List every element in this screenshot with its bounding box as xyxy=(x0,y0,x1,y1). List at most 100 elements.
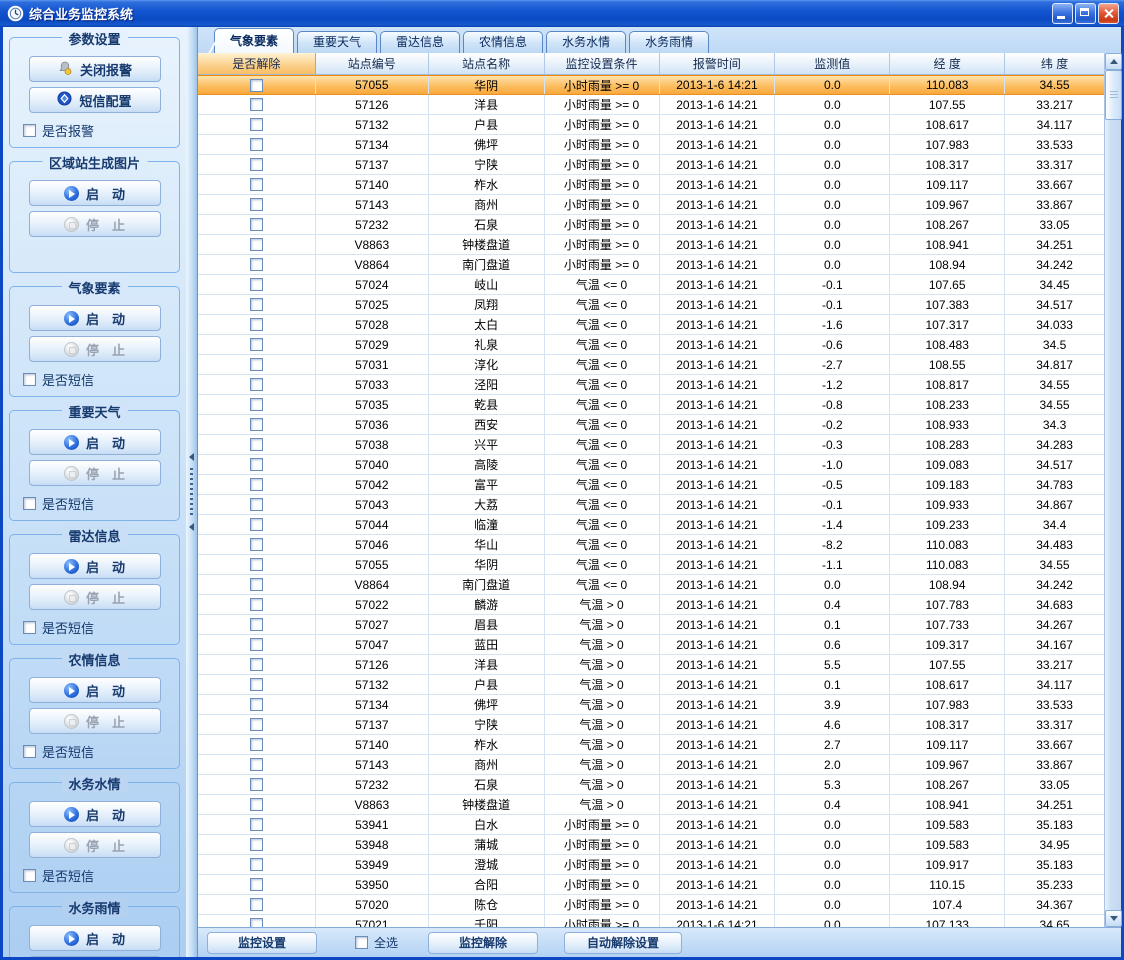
table-row[interactable]: V8864南门盘道气温 <= 02013-1-6 14:210.0108.943… xyxy=(198,575,1104,595)
table-row[interactable]: 57024岐山气温 <= 02013-1-6 14:21-0.1107.6534… xyxy=(198,275,1104,295)
column-header[interactable]: 站点名称 xyxy=(429,53,545,74)
column-header[interactable]: 监控设置条件 xyxy=(545,53,660,74)
row-checkbox[interactable] xyxy=(250,198,263,211)
table-row[interactable]: 57040高陵气温 <= 02013-1-6 14:21-1.0109.0833… xyxy=(198,455,1104,475)
column-header[interactable]: 监测值 xyxy=(775,53,890,74)
stop-button[interactable]: 停 止 xyxy=(29,584,161,610)
table-row[interactable]: 57137宁陕气温 > 02013-1-6 14:214.6108.31733.… xyxy=(198,715,1104,735)
table-row[interactable]: 57126洋县气温 > 02013-1-6 14:215.5107.5533.2… xyxy=(198,655,1104,675)
table-row[interactable]: 57020陈仓小时雨量 >= 02013-1-6 14:210.0107.434… xyxy=(198,895,1104,915)
table-row[interactable]: 57031淳化气温 <= 02013-1-6 14:21-2.7108.5534… xyxy=(198,355,1104,375)
stop-button[interactable]: 停 止 xyxy=(29,832,161,858)
table-row[interactable]: 57027眉县气温 > 02013-1-6 14:210.1107.73334.… xyxy=(198,615,1104,635)
collapse-left-icon[interactable] xyxy=(189,523,194,531)
tab-水务水情[interactable]: 水务水情 xyxy=(546,31,626,53)
sidebar-splitter[interactable] xyxy=(186,27,198,957)
maximize-button[interactable] xyxy=(1075,3,1096,24)
table-row[interactable]: 57047蓝田气温 > 02013-1-6 14:210.6109.31734.… xyxy=(198,635,1104,655)
sms-config-button[interactable]: 短信配置 xyxy=(29,87,161,113)
table-row[interactable]: 57055华阴小时雨量 >= 02013-1-6 14:210.0110.083… xyxy=(198,75,1104,95)
table-row[interactable]: V8863钟楼盘道小时雨量 >= 02013-1-6 14:210.0108.9… xyxy=(198,235,1104,255)
select-all-row[interactable]: 全选 xyxy=(355,934,398,951)
sms-checkbox-row[interactable]: 是否短信 xyxy=(23,866,179,885)
start-button[interactable]: 启 动 xyxy=(29,677,161,703)
splitter-grip[interactable] xyxy=(190,468,193,516)
row-checkbox[interactable] xyxy=(250,478,263,491)
start-button[interactable]: 启 动 xyxy=(29,305,161,331)
table-row[interactable]: 57140柞水气温 > 02013-1-6 14:212.7109.11733.… xyxy=(198,735,1104,755)
stop-button[interactable]: 停 止 xyxy=(29,708,161,734)
table-row[interactable]: 57021千阳小时雨量 >= 02013-1-6 14:210.0107.133… xyxy=(198,915,1104,927)
row-checkbox[interactable] xyxy=(250,878,263,891)
column-header[interactable]: 是否解除 xyxy=(198,53,316,74)
row-checkbox[interactable] xyxy=(250,138,263,151)
collapse-left-icon[interactable] xyxy=(189,453,194,461)
row-checkbox[interactable] xyxy=(250,598,263,611)
sms-checkbox[interactable] xyxy=(23,745,36,758)
row-checkbox[interactable] xyxy=(250,738,263,751)
row-checkbox[interactable] xyxy=(250,258,263,271)
tab-重要天气[interactable]: 重要天气 xyxy=(297,31,377,53)
table-row[interactable]: 53949澄城小时雨量 >= 02013-1-6 14:210.0109.917… xyxy=(198,855,1104,875)
row-checkbox[interactable] xyxy=(250,818,263,831)
row-checkbox[interactable] xyxy=(250,558,263,571)
scroll-down-icon[interactable] xyxy=(1105,910,1122,927)
row-checkbox[interactable] xyxy=(250,858,263,871)
row-checkbox[interactable] xyxy=(250,298,263,311)
stop-button[interactable]: 停 止 xyxy=(29,956,161,957)
table-row[interactable]: 57029礼泉气温 <= 02013-1-6 14:21-0.6108.4833… xyxy=(198,335,1104,355)
table-row[interactable]: 53948蒲城小时雨量 >= 02013-1-6 14:210.0109.583… xyxy=(198,835,1104,855)
row-checkbox[interactable] xyxy=(250,79,263,92)
table-row[interactable]: 57046华山气温 <= 02013-1-6 14:21-8.2110.0833… xyxy=(198,535,1104,555)
row-checkbox[interactable] xyxy=(250,718,263,731)
table-row[interactable]: 57143商州气温 > 02013-1-6 14:212.0109.96733.… xyxy=(198,755,1104,775)
vertical-scrollbar[interactable] xyxy=(1104,53,1121,927)
row-checkbox[interactable] xyxy=(250,758,263,771)
table-row[interactable]: 57035乾县气温 <= 02013-1-6 14:21-0.8108.2333… xyxy=(198,395,1104,415)
column-header[interactable]: 纬 度 xyxy=(1005,53,1104,74)
tab-农情信息[interactable]: 农情信息 xyxy=(463,31,543,53)
sms-checkbox[interactable] xyxy=(23,621,36,634)
stop-button[interactable]: 停 止 xyxy=(29,460,161,486)
table-row[interactable]: 57134佛坪小时雨量 >= 02013-1-6 14:210.0107.983… xyxy=(198,135,1104,155)
table-row[interactable]: 57232石泉气温 > 02013-1-6 14:215.3108.26733.… xyxy=(198,775,1104,795)
column-header[interactable]: 经 度 xyxy=(890,53,1005,74)
auto-release-button[interactable]: 自动解除设置 xyxy=(564,932,682,954)
row-checkbox[interactable] xyxy=(250,458,263,471)
table-row[interactable]: 53941白水小时雨量 >= 02013-1-6 14:210.0109.583… xyxy=(198,815,1104,835)
minimize-button[interactable] xyxy=(1052,3,1073,24)
start-button[interactable]: 启 动 xyxy=(29,180,161,206)
table-row[interactable]: 53950合阳小时雨量 >= 02013-1-6 14:210.0110.153… xyxy=(198,875,1104,895)
sms-checkbox-row[interactable]: 是否短信 xyxy=(23,494,179,513)
row-checkbox[interactable] xyxy=(250,698,263,711)
start-button[interactable]: 启 动 xyxy=(29,925,161,951)
table-row[interactable]: 57126洋县小时雨量 >= 02013-1-6 14:210.0107.553… xyxy=(198,95,1104,115)
stop-button[interactable]: 停 止 xyxy=(29,336,161,362)
row-checkbox[interactable] xyxy=(250,318,263,331)
row-checkbox[interactable] xyxy=(250,578,263,591)
scroll-up-icon[interactable] xyxy=(1105,53,1122,70)
sms-checkbox[interactable] xyxy=(23,869,36,882)
row-checkbox[interactable] xyxy=(250,898,263,911)
row-checkbox[interactable] xyxy=(250,398,263,411)
alarm-checkbox[interactable] xyxy=(23,124,36,137)
close-alarm-button[interactable]: 关闭报警 xyxy=(29,56,161,82)
tab-水务雨情[interactable]: 水务雨情 xyxy=(629,31,709,53)
monitor-release-button[interactable]: 监控解除 xyxy=(428,932,538,954)
column-header[interactable]: 站点编号 xyxy=(316,53,429,74)
sms-checkbox-row[interactable]: 是否短信 xyxy=(23,742,179,761)
start-button[interactable]: 启 动 xyxy=(29,553,161,579)
table-row[interactable]: 57140柞水小时雨量 >= 02013-1-6 14:210.0109.117… xyxy=(198,175,1104,195)
row-checkbox[interactable] xyxy=(250,378,263,391)
row-checkbox[interactable] xyxy=(250,238,263,251)
table-row[interactable]: 57042富平气温 <= 02013-1-6 14:21-0.5109.1833… xyxy=(198,475,1104,495)
row-checkbox[interactable] xyxy=(250,178,263,191)
row-checkbox[interactable] xyxy=(250,518,263,531)
row-checkbox[interactable] xyxy=(250,278,263,291)
table-row[interactable]: 57055华阴气温 <= 02013-1-6 14:21-1.1110.0833… xyxy=(198,555,1104,575)
close-button[interactable] xyxy=(1098,3,1119,24)
row-checkbox[interactable] xyxy=(250,798,263,811)
table-row[interactable]: 57038兴平气温 <= 02013-1-6 14:21-0.3108.2833… xyxy=(198,435,1104,455)
monitor-set-button[interactable]: 监控设置 xyxy=(207,932,317,954)
table-row[interactable]: 57134佛坪气温 > 02013-1-6 14:213.9107.98333.… xyxy=(198,695,1104,715)
